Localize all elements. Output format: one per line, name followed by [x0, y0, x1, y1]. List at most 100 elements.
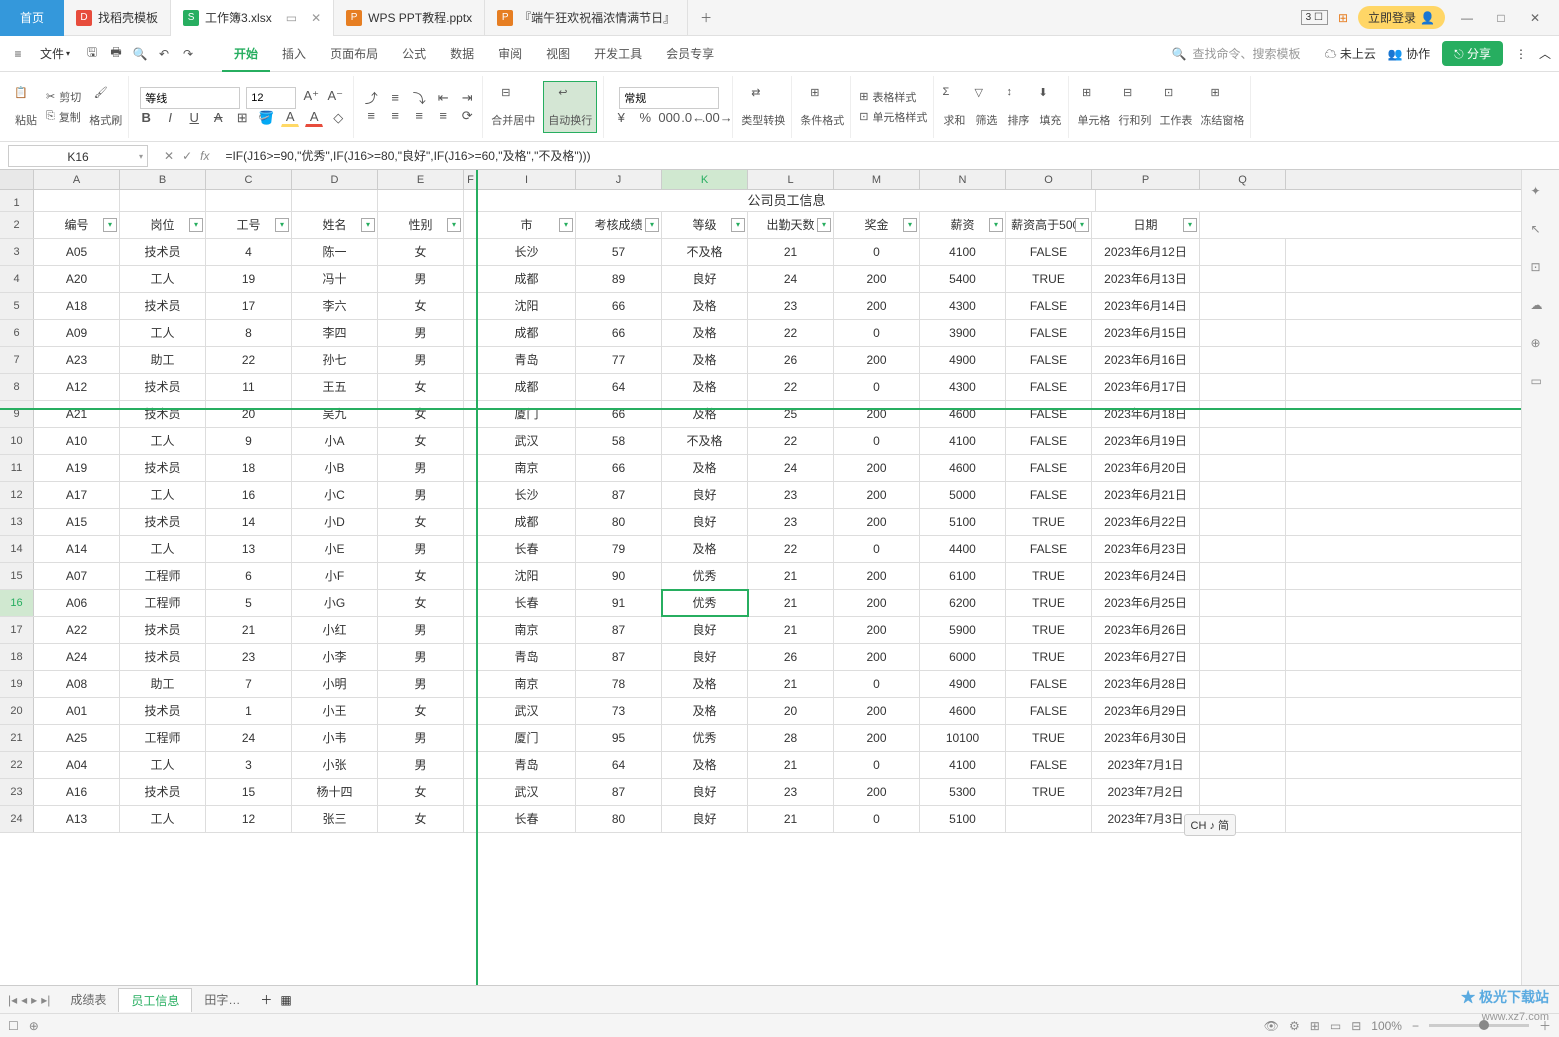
filter-icon[interactable]: ▾ — [1183, 218, 1197, 232]
more-menu[interactable]: ⋮ — [1515, 47, 1527, 61]
header-cell[interactable]: 薪资高于5000▾ — [1006, 212, 1092, 238]
cell[interactable]: 4100 — [920, 752, 1006, 778]
cell[interactable]: 87 — [576, 644, 662, 670]
cell[interactable]: 0 — [834, 239, 920, 265]
cell[interactable]: 长春 — [478, 806, 576, 832]
cell[interactable]: 0 — [834, 428, 920, 454]
worksheet-button[interactable]: ⊡工作表 — [1159, 86, 1192, 128]
row-header[interactable]: 14 — [0, 536, 34, 562]
cell[interactable]: 11 — [206, 374, 292, 400]
document-tab[interactable]: S工作簿3.xlsx▭✕ — [171, 0, 334, 36]
add-sheet-button[interactable]: ＋ — [260, 991, 272, 1008]
cell[interactable]: 66 — [576, 455, 662, 481]
cell[interactable]: 14 — [206, 509, 292, 535]
column-header[interactable]: E — [378, 170, 464, 189]
cell[interactable]: 女 — [378, 401, 464, 427]
cell[interactable]: 小李 — [292, 644, 378, 670]
cell[interactable]: TRUE — [1006, 563, 1092, 589]
cell[interactable]: 17 — [206, 293, 292, 319]
cell[interactable]: 87 — [576, 482, 662, 508]
cell[interactable]: 及格 — [662, 455, 748, 481]
filter-icon[interactable]: ▾ — [1075, 218, 1089, 232]
cell[interactable]: 22 — [748, 374, 834, 400]
cell[interactable]: 6 — [206, 563, 292, 589]
cell[interactable]: 成都 — [478, 509, 576, 535]
cell[interactable]: 工程师 — [120, 590, 206, 616]
menu-icon[interactable]: ≡ — [8, 44, 28, 64]
menu-tab[interactable]: 会员专享 — [654, 36, 726, 72]
align-bottom-icon[interactable]: ⤵ — [410, 89, 428, 107]
filter-icon[interactable]: ▾ — [189, 218, 203, 232]
cell[interactable]: 技术员 — [120, 239, 206, 265]
cell[interactable]: 及格 — [662, 374, 748, 400]
header-cell[interactable]: 市▾ — [478, 212, 576, 238]
maximize-button[interactable]: □ — [1489, 11, 1513, 25]
cell[interactable]: 0 — [834, 536, 920, 562]
cell[interactable]: 长沙 — [478, 482, 576, 508]
filter-button[interactable]: ▽筛选 — [974, 86, 998, 128]
cell[interactable]: 2023年6月20日 — [1092, 455, 1200, 481]
cell[interactable]: 女 — [378, 779, 464, 805]
cell[interactable]: 23 — [748, 293, 834, 319]
cond-format-button[interactable]: ⊞条件格式 — [800, 86, 844, 128]
cell[interactable]: 工人 — [120, 752, 206, 778]
header-cell[interactable]: 姓名▾ — [292, 212, 378, 238]
zoom-level[interactable]: 100% — [1371, 1019, 1402, 1033]
cell[interactable]: 2023年6月29日 — [1092, 698, 1200, 724]
cell[interactable]: A21 — [34, 401, 120, 427]
settings-icon[interactable]: ⊡ — [1531, 260, 1551, 280]
cell[interactable]: 13 — [206, 536, 292, 562]
cell[interactable]: 小韦 — [292, 725, 378, 751]
cell[interactable]: 工人 — [120, 536, 206, 562]
cell[interactable]: 技术员 — [120, 617, 206, 643]
paste-button[interactable]: 📋粘贴 — [14, 86, 38, 128]
cell[interactable]: 0 — [834, 671, 920, 697]
cell[interactable]: 89 — [576, 266, 662, 292]
cell[interactable]: 男 — [378, 266, 464, 292]
document-tab[interactable]: P『端午狂欢祝福浓情满节日』 — [485, 0, 688, 36]
row-header[interactable]: 17 — [0, 617, 34, 643]
cell[interactable]: 冯十 — [292, 266, 378, 292]
document-tab[interactable]: PWPS PPT教程.pptx — [334, 0, 485, 36]
filter-icon[interactable]: ▾ — [559, 218, 573, 232]
cell[interactable]: FALSE — [1006, 671, 1092, 697]
cell[interactable]: 18 — [206, 455, 292, 481]
cell[interactable]: 成都 — [478, 320, 576, 346]
cell[interactable]: 5900 — [920, 617, 1006, 643]
cell[interactable]: 沈阳 — [478, 293, 576, 319]
cell[interactable]: 58 — [576, 428, 662, 454]
row-header[interactable]: 11 — [0, 455, 34, 481]
cell[interactable]: A08 — [34, 671, 120, 697]
cell[interactable]: 良好 — [662, 509, 748, 535]
align-top-icon[interactable]: ⤴ — [362, 89, 380, 107]
cell[interactable]: 技术员 — [120, 644, 206, 670]
login-button[interactable]: 立即登录👤 — [1358, 6, 1445, 29]
cell[interactable]: 工程师 — [120, 563, 206, 589]
print-icon[interactable]: 🖶 — [106, 44, 126, 64]
cell[interactable]: A17 — [34, 482, 120, 508]
row-header[interactable]: 4 — [0, 266, 34, 292]
cell[interactable]: 78 — [576, 671, 662, 697]
cell[interactable]: 23 — [748, 482, 834, 508]
cell[interactable]: 2023年6月27日 — [1092, 644, 1200, 670]
cell[interactable]: 87 — [576, 617, 662, 643]
cell[interactable]: 23 — [206, 644, 292, 670]
column-header[interactable]: K — [662, 170, 748, 189]
cell[interactable]: 2023年6月25日 — [1092, 590, 1200, 616]
sort-button[interactable]: ↕排序 — [1006, 86, 1030, 128]
menu-tab[interactable]: 数据 — [438, 36, 486, 72]
cell[interactable]: 77 — [576, 347, 662, 373]
view-normal-icon[interactable]: ⊞ — [1310, 1019, 1320, 1033]
document-tab[interactable]: D找稻壳模板 — [64, 0, 171, 36]
cell[interactable]: 22 — [748, 536, 834, 562]
cell[interactable]: 工人 — [120, 266, 206, 292]
filter-icon[interactable]: ▾ — [645, 218, 659, 232]
font-size-select[interactable] — [246, 87, 296, 109]
row-header[interactable]: 12 — [0, 482, 34, 508]
cell[interactable]: 21 — [748, 239, 834, 265]
cell[interactable]: 2023年6月23日 — [1092, 536, 1200, 562]
cell[interactable] — [1200, 779, 1286, 805]
cell[interactable]: 优秀 — [662, 725, 748, 751]
cell[interactable]: 优秀 — [662, 563, 748, 589]
cell[interactable]: 良好 — [662, 482, 748, 508]
